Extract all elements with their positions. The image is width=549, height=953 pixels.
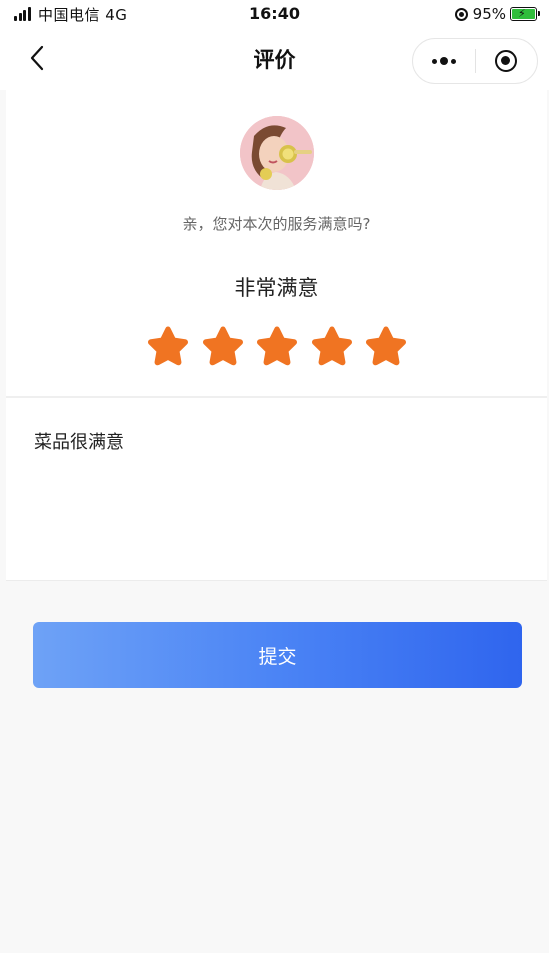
avatar [240, 116, 314, 190]
rating-card: 亲，您对本次的服务满意吗? 非常满意 [6, 90, 547, 396]
status-bar: 中国电信 4G 16:40 95% ⚡ [0, 0, 549, 28]
submit-button[interactable]: 提交 [33, 622, 522, 688]
comment-divider [6, 580, 547, 581]
satisfaction-prompt: 亲，您对本次的服务满意吗? [182, 215, 371, 233]
nav-bar: 评价 [0, 28, 549, 90]
status-right: 95% ⚡ [454, 4, 540, 24]
comment-input[interactable]: 菜品很满意 [34, 428, 524, 568]
more-dots-icon [431, 57, 456, 65]
target-icon [495, 50, 518, 72]
orientation-lock-icon [454, 7, 468, 21]
charging-icon: ⚡ [518, 7, 526, 20]
rating-label: 非常满意 [234, 276, 319, 300]
battery-icon: ⚡ [510, 7, 540, 21]
star-icon[interactable] [255, 324, 299, 366]
star-icon[interactable] [364, 324, 408, 366]
star-icon[interactable] [146, 324, 190, 366]
star-rating [146, 324, 408, 366]
star-icon[interactable] [201, 324, 245, 366]
phone-screen: 中国电信 4G 16:40 95% ⚡ 评价 亲，您对本次的服务满意吗? 非常满… [0, 0, 549, 953]
more-button[interactable] [413, 39, 475, 83]
close-mini-program-button[interactable] [475, 39, 537, 83]
comment-section: 菜品很满意 [6, 398, 547, 580]
mini-program-capsule [412, 38, 538, 84]
battery-percent: 95% [472, 5, 506, 23]
star-icon[interactable] [310, 324, 354, 366]
